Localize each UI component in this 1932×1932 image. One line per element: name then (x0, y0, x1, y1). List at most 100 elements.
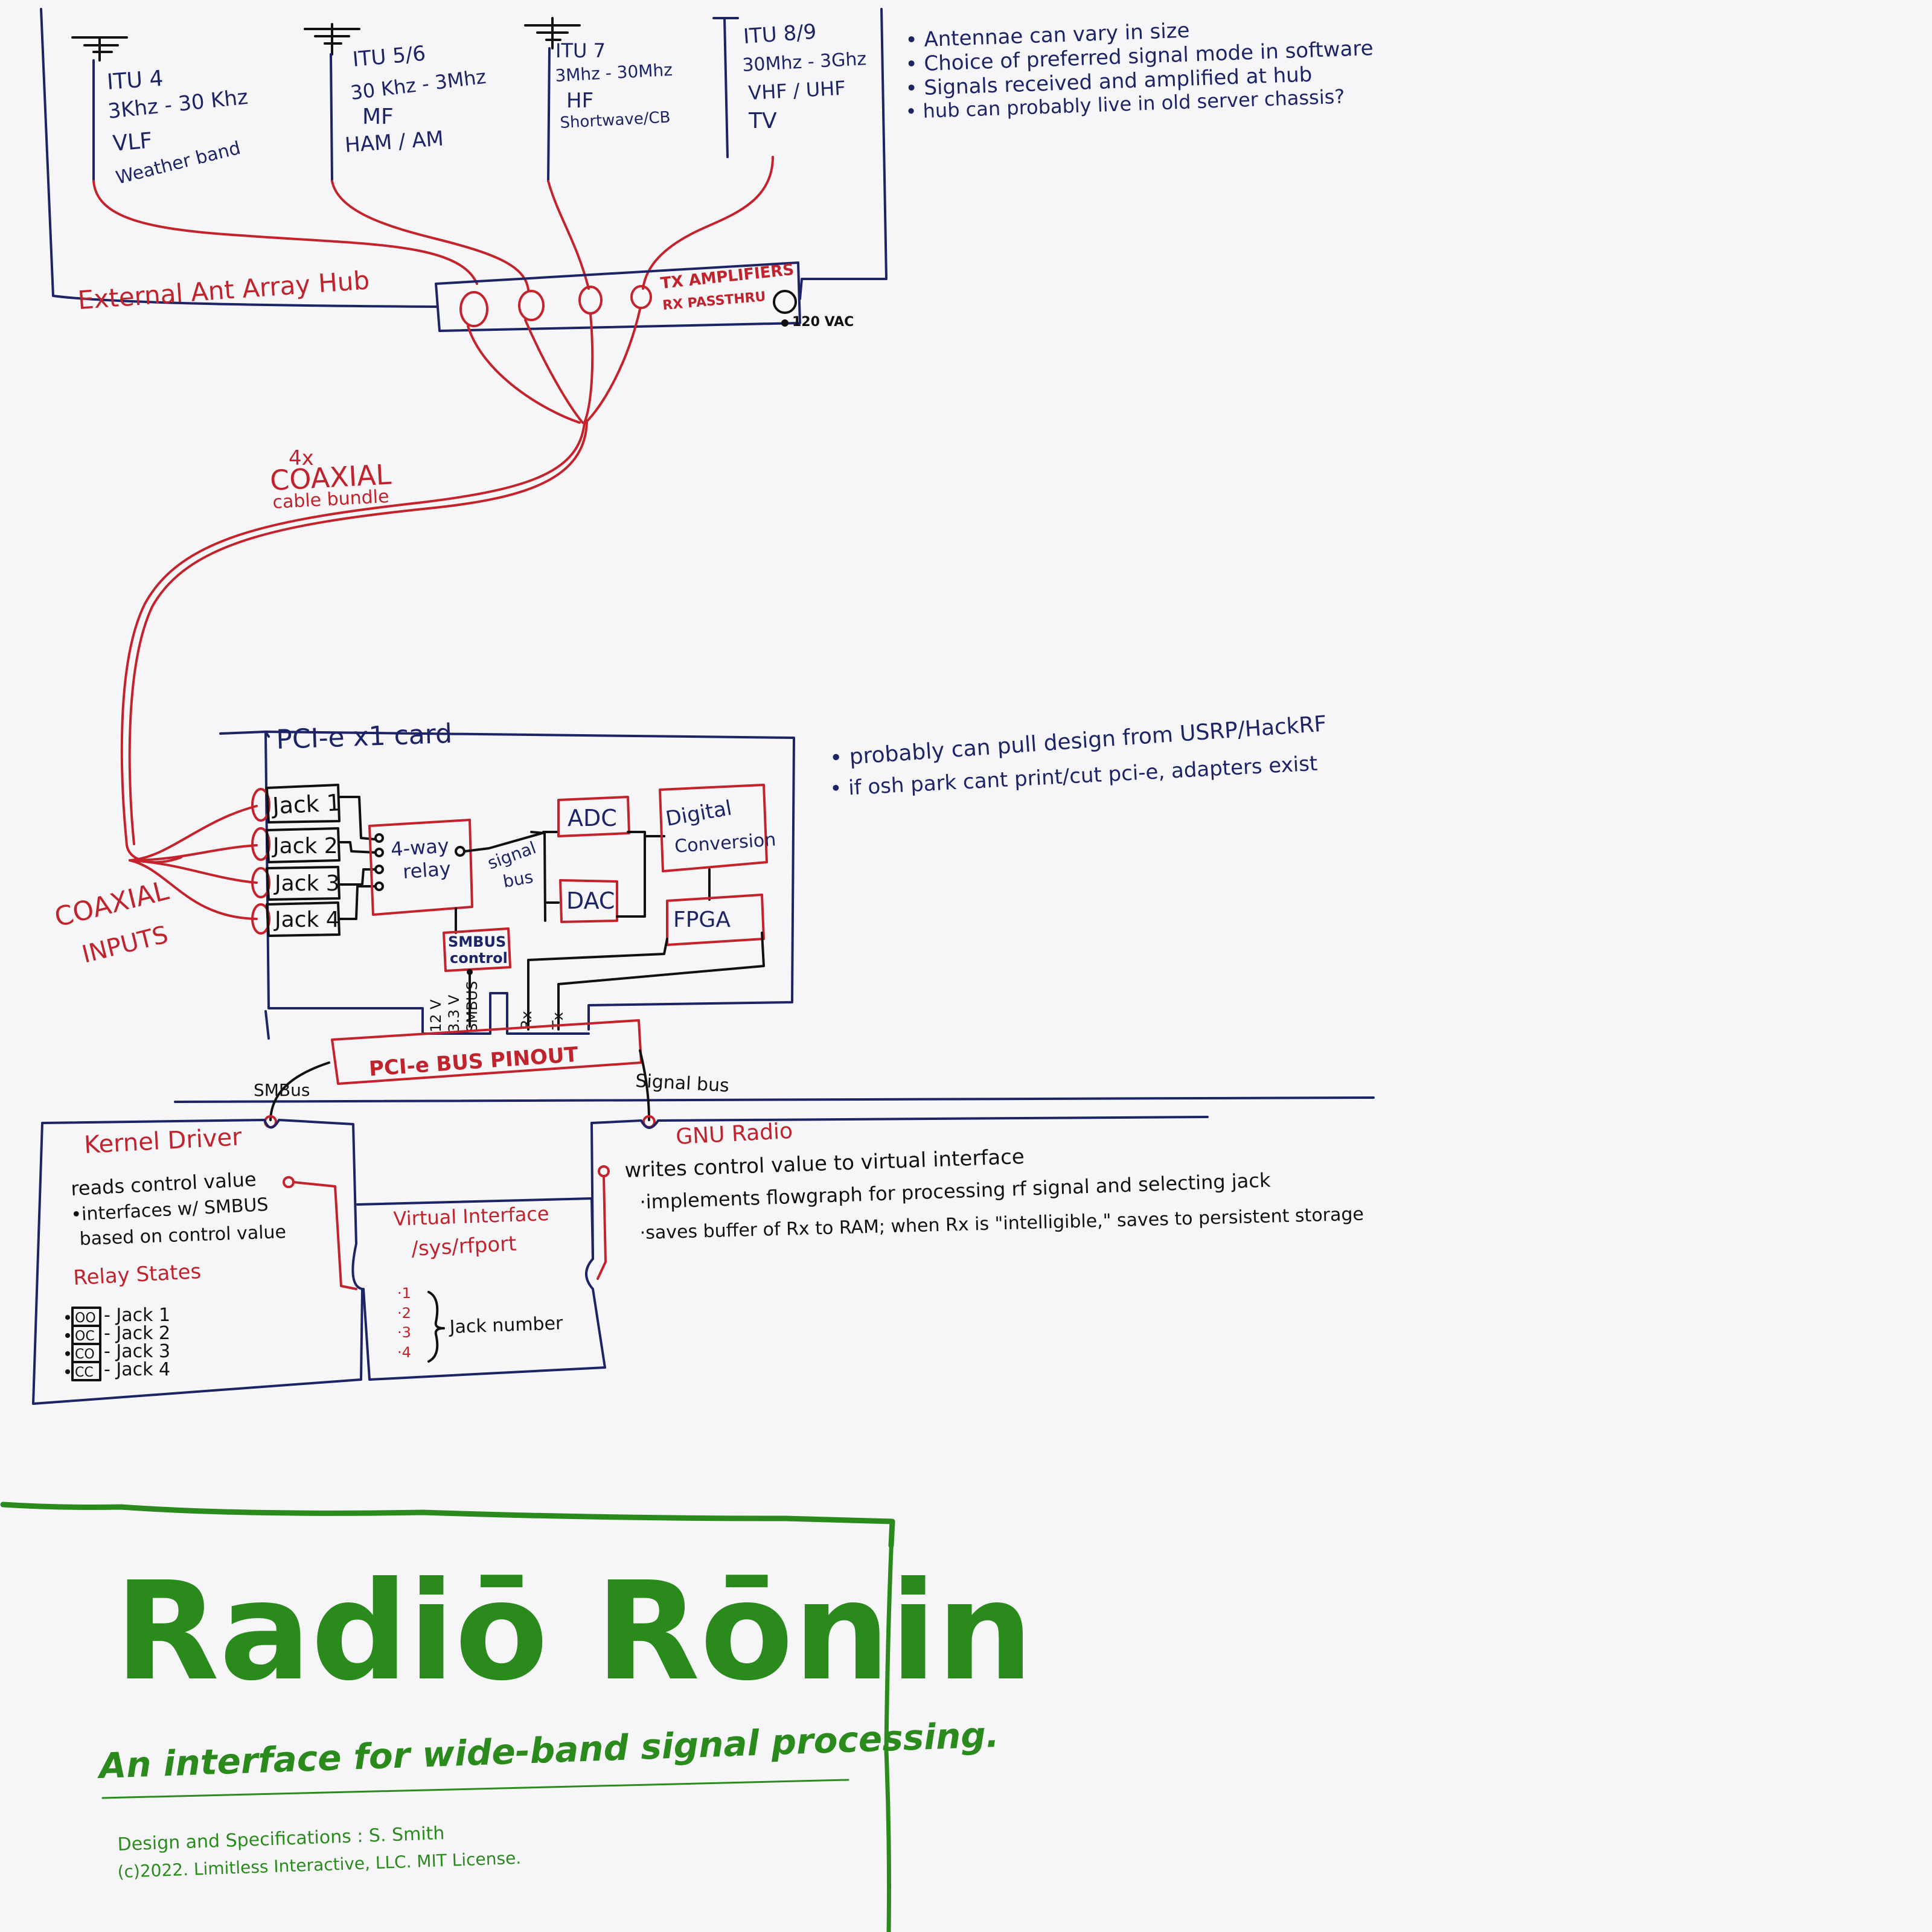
signal-bus-label: Signal bus (635, 1070, 730, 1096)
gnu-control-dot (598, 1165, 610, 1177)
title-block: Radiō Rōnin An interface for wide-band s… (0, 1502, 1034, 1932)
relay-state-4-label: - Jack 4 (104, 1359, 170, 1380)
hub-port-3 (578, 286, 603, 315)
jack-4-label: Jack 4 (273, 907, 340, 932)
pin-12v: 12 V (427, 999, 444, 1032)
gnu-title: GNU Radio (675, 1119, 793, 1150)
bundle-wire-2 (524, 319, 584, 424)
antenna-4-class: VHF / UHF (747, 77, 846, 104)
relay-label-1: 4-way (390, 834, 450, 861)
gnu-box-left (590, 1122, 594, 1260)
jack-3-label: Jack 3 (273, 871, 340, 896)
tx-label: Tx (549, 1012, 566, 1030)
relay-pin-1 (374, 833, 384, 843)
subtitle-underline (101, 1779, 849, 1799)
antenna-3-band: ITU 7 (555, 39, 606, 62)
antenna-3-class: HF (566, 89, 593, 113)
antenna-2-use: HAM / AM (344, 127, 444, 158)
antenna-3: ITU 7 3Mhz - 30Mhz HF Shortwave/CB (524, 17, 673, 182)
software-stack: SMBus Signal bus Kernel Driver reads con… (32, 1049, 1375, 1405)
relay-state-list: OO - Jack 1 OC - Jack 2 CO - Jack 3 CC -… (65, 1305, 170, 1381)
relay-state-4-code: CC (75, 1365, 94, 1380)
relay-label-2: relay (402, 857, 452, 883)
adc-dac-return (616, 831, 646, 918)
antenna-2: ITU 5/6 30 Khz - 3Mhz MF HAM / AM (304, 23, 487, 182)
antenna-4-icon (712, 17, 739, 158)
coax-antenna-3 (547, 180, 590, 290)
antenna-1-icon (71, 36, 128, 62)
wire-kernel-virtual (292, 1181, 357, 1290)
smbus-label: SMBus (254, 1080, 310, 1100)
gnu-line-1: writes control value to virtual interfac… (624, 1145, 1025, 1183)
virtual-value-4: ·4 (397, 1344, 411, 1361)
pcie-card: PCI-e x1 card COAXIAL INPUTS Jack 1 Jack… (51, 718, 795, 1085)
smbus-node (467, 969, 473, 975)
schematic-canvas: ITU 4 3Khz - 30 Khz VLF Weather band ITU… (0, 8, 1375, 1932)
pin-3v3: 3.3 V (446, 994, 462, 1032)
coax-antenna-1 (92, 180, 478, 285)
title-frame-top (0, 1502, 895, 1549)
project-subtitle: An interface for wide-band signal proces… (96, 1714, 1000, 1786)
card-title: PCI-e x1 card (276, 718, 453, 755)
hub-port-1 (459, 291, 488, 327)
power-plug-icon (781, 319, 788, 327)
smbus-control-line-1: SMBUS (448, 933, 506, 950)
jack-1-label: Jack 1 (270, 789, 342, 819)
design-credit: Design and Specifications : S. Smith (117, 1823, 445, 1855)
coax-jack-1 (129, 805, 258, 862)
virtual-title: Virtual Interface (393, 1202, 549, 1230)
pin-smbus: SMBUS (464, 981, 481, 1032)
fpga-label: FPGA (673, 907, 731, 932)
relay-pin-3 (374, 865, 384, 874)
antenna-2-band: ITU 5/6 (351, 42, 426, 72)
virtual-value-1: ·1 (397, 1285, 411, 1302)
kernel-line-1: reads control value (70, 1168, 257, 1200)
virtual-path: /sys/rfport (411, 1232, 517, 1261)
hub-amp-line-2: RX PASSTHRU (662, 289, 766, 313)
digital-label-1: Digital (664, 796, 734, 831)
bundle-wire-3 (583, 313, 594, 424)
antenna-4-range: 30Mhz - 3Ghz (742, 48, 867, 76)
project-title: Radiō Rōnin (115, 1553, 1034, 1711)
relay-pin-2 (374, 848, 384, 857)
wire-gnu-virtual (597, 1175, 607, 1280)
hub-power: 120 VAC (792, 315, 854, 330)
relay-state-1-code: OO (75, 1311, 96, 1326)
relay-pin-4 (374, 881, 384, 891)
kernel-control-dot (283, 1176, 295, 1188)
antenna-1-class: VLF (112, 128, 153, 156)
antenna-2-range: 30 Khz - 3Mhz (349, 65, 487, 104)
hub-label: External Ant Array Hub (77, 265, 370, 315)
wire-jack-4 (338, 885, 377, 920)
coax-inputs-line-2: INPUTS (79, 921, 171, 969)
antenna-4-band: ITU 8/9 (743, 20, 817, 49)
wire-jack-3 (338, 868, 377, 886)
adc-label: ADC (568, 805, 617, 831)
dac-label: DAC (566, 888, 615, 914)
relay-states-title: Relay States (72, 1259, 202, 1290)
virtual-value-2: ·2 (397, 1305, 411, 1322)
bundle-wire-1 (467, 325, 581, 424)
pcie-pinout-label: PCI-e BUS PINOUT (368, 1043, 580, 1081)
relay-state-2-code: OC (75, 1329, 95, 1344)
digital-label-2: Conversion (674, 829, 776, 857)
jack-number-label: Jack number (448, 1313, 563, 1338)
hub-port-2 (518, 290, 545, 321)
antenna-2-class: MF (362, 104, 394, 129)
jack-number-brace (427, 1291, 445, 1363)
smbus-control-line-2: control (450, 950, 508, 967)
hardware-software-divider (174, 1096, 1375, 1103)
relay-out-pin (455, 846, 465, 857)
antenna-4-use: TV (748, 109, 777, 133)
kernel-driver-title: Kernel Driver (83, 1123, 243, 1159)
antenna-3-range: 3Mhz - 30Mhz (555, 60, 673, 86)
antenna-1: ITU 4 3Khz - 30 Khz VLF Weather band (71, 36, 249, 189)
coax-jack-2 (129, 844, 258, 862)
power-connector-icon (773, 290, 797, 314)
jack-2-label: Jack 2 (272, 834, 338, 859)
virtual-value-3: ·3 (397, 1324, 411, 1341)
card-notes: • probably can pull design from USRP/Hac… (829, 712, 1328, 801)
antenna-4: ITU 8/9 30Mhz - 3Ghz VHF / UHF TV (712, 17, 867, 158)
hub-notes: • Antennae can vary in size • Choice of … (905, 19, 1374, 123)
kernel-line-2: •interfaces w/ SMBUS (71, 1194, 269, 1226)
